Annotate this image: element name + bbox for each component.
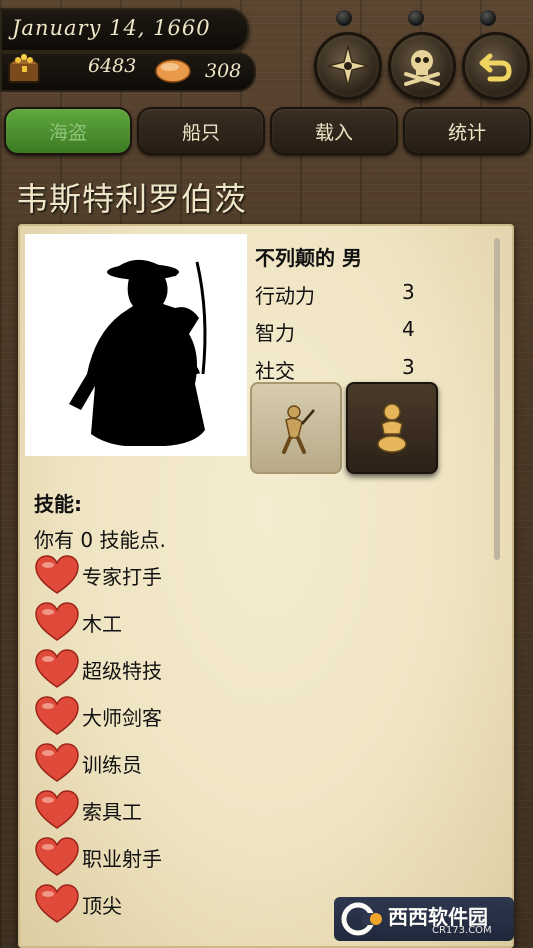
tab-statistics[interactable]: 统计 — [403, 107, 531, 155]
pirate-menu-button[interactable] — [388, 32, 456, 100]
stat-label: 行动力 — [255, 284, 315, 308]
site-watermark: 西西软件园 CR173.COM — [334, 897, 514, 941]
heart-icon — [35, 743, 79, 782]
stat-value: 4 — [402, 317, 415, 341]
tab-label: 载入 — [314, 121, 353, 144]
skill-points-text: 你有 0 技能点. — [34, 528, 166, 552]
figure-swordsman-icon — [282, 405, 315, 454]
skill-label: 训练员 — [82, 752, 142, 777]
treasure-chest-icon — [8, 54, 40, 83]
stat-value: 3 — [402, 280, 415, 304]
skill-label: 索具工 — [82, 799, 142, 824]
tab-load[interactable]: 载入 — [270, 107, 398, 155]
tab-ships[interactable]: 船只 — [137, 107, 265, 155]
back-button[interactable] — [462, 32, 530, 100]
skill-label: 大师剑客 — [82, 705, 162, 730]
heart-icon — [35, 837, 79, 876]
heart-icon — [35, 555, 79, 594]
heart-icon — [35, 884, 79, 923]
skull-crossbones-icon — [404, 50, 440, 86]
stat-label: 智力 — [255, 321, 295, 345]
skill-item[interactable]: 专家打手 — [34, 553, 162, 597]
skill-label: 顶尖 — [82, 893, 122, 918]
character-action-button[interactable] — [346, 382, 438, 474]
heart-icon — [35, 602, 79, 641]
pirate-name: 韦斯特利罗伯茨 — [16, 180, 248, 218]
skill-item[interactable]: 超级特技 — [34, 647, 162, 691]
skill-label: 木工 — [82, 611, 122, 636]
stat-value: 3 — [402, 355, 415, 379]
stat-label: 社交 — [255, 359, 295, 383]
pawn-figure-icon — [377, 403, 407, 453]
rivet-decoration — [408, 10, 424, 26]
heart-icon — [35, 649, 79, 688]
watermark-url: CR173.COM — [432, 925, 492, 936]
pirate-portrait — [25, 234, 247, 456]
portrait-action-button[interactable] — [250, 382, 342, 474]
date-plate: January 14, 1660 — [0, 8, 249, 52]
skill-item[interactable]: 职业射手 — [34, 835, 162, 879]
skill-item[interactable]: 大师剑客 — [34, 694, 162, 738]
skill-label: 超级特技 — [82, 658, 162, 683]
skill-item[interactable]: 木工 — [34, 600, 122, 644]
tab-label: 船只 — [181, 121, 220, 144]
rivet-decoration — [480, 10, 496, 26]
food-amount: 308 — [205, 60, 242, 82]
watermark-logo-icon — [341, 902, 382, 936]
heart-icon — [35, 790, 79, 829]
skill-label: 专家打手 — [82, 564, 162, 589]
compass-icon — [327, 45, 369, 87]
skill-item[interactable]: 训练员 — [34, 741, 142, 785]
skills-header: 技能: — [34, 492, 82, 516]
skill-item[interactable]: 索具工 — [34, 788, 142, 832]
bread-food-icon — [155, 59, 191, 83]
back-arrow-icon — [479, 53, 512, 82]
scrollbar[interactable] — [494, 238, 500, 560]
tab-label: 统计 — [447, 121, 486, 144]
navigation-button[interactable] — [314, 32, 382, 100]
pirate-silhouette-icon — [69, 259, 207, 446]
skill-item[interactable]: 顶尖 — [34, 882, 122, 926]
skill-label: 职业射手 — [82, 846, 162, 871]
tab-pirate[interactable]: 海盗 — [4, 107, 132, 155]
gold-amount: 6483 — [88, 55, 137, 77]
rivet-decoration — [336, 10, 352, 26]
tab-label: 海盗 — [48, 121, 87, 144]
date-text: January 14, 1660 — [12, 16, 211, 40]
pirate-descriptor: 不列颠的 男 — [255, 246, 362, 270]
heart-icon — [35, 696, 79, 735]
